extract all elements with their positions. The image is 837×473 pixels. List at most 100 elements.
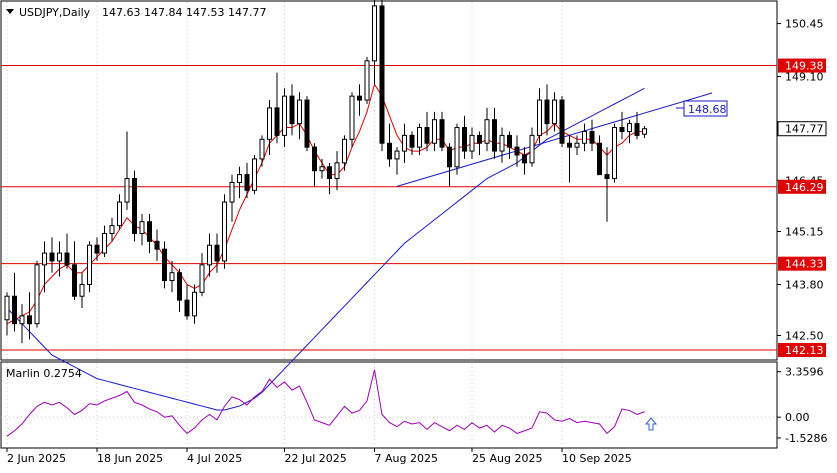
chart-window: 3.35960.00-1.5286 150.45149.10146.45145.… <box>0 0 837 470</box>
bear-candle-body <box>12 295 17 325</box>
bear-candle-body <box>379 5 385 144</box>
candle <box>612 123 617 183</box>
x-tick-label: 18 Jun 2025 <box>97 452 163 465</box>
bear-candle-body <box>312 146 317 172</box>
price-tick-label: 143.80 <box>785 278 824 291</box>
price-tick-label: 150.45 <box>785 18 824 31</box>
candle <box>349 92 355 148</box>
bull-candle-body <box>192 291 197 317</box>
bear-candle-body <box>327 166 332 180</box>
bear-candle-body <box>477 134 482 144</box>
bear-candle-body <box>424 127 430 144</box>
bull-candle-body <box>582 130 587 144</box>
bear-candle-body <box>304 99 310 148</box>
bull-candle-body <box>222 201 227 262</box>
chart-canvas: 3.35960.00-1.5286 150.45149.10146.45145.… <box>0 0 827 465</box>
osc-tick-label: 0.00 <box>785 411 810 424</box>
osc-tick-label: 3.3596 <box>785 366 824 379</box>
bear-candle-body <box>439 119 445 148</box>
current-price-label: 147.77 <box>785 123 824 136</box>
bull-candle-body <box>102 232 107 254</box>
candle <box>222 194 227 269</box>
bull-candle-body <box>199 264 205 293</box>
candle <box>454 123 460 175</box>
bull-candle-body <box>469 134 475 152</box>
bull-candle-body <box>529 134 535 164</box>
bull-candle-body <box>139 221 145 234</box>
bear-candle-body <box>559 99 565 144</box>
bear-candle-body <box>604 174 610 180</box>
bull-candle-body <box>34 264 40 325</box>
candle <box>34 260 40 328</box>
symbol-label: USDJPY,Daily <box>19 6 91 19</box>
bull-candle-body <box>117 201 122 227</box>
bull-candle-body <box>267 107 272 140</box>
bull-candle-body <box>19 315 25 325</box>
candle <box>132 170 137 242</box>
bear-candle-body <box>514 146 520 156</box>
x-tick-label: 4 Jul 2025 <box>187 452 242 465</box>
bear-candle-body <box>184 299 190 317</box>
x-tick-label: 25 Aug 2025 <box>472 452 542 465</box>
x-tick-label: 2 Jun 2025 <box>7 452 66 465</box>
bear-candle-body <box>132 178 137 234</box>
bull-candle-body <box>372 5 377 62</box>
bull-candle-body <box>169 272 175 282</box>
bull-candle-body <box>537 99 542 136</box>
x-tick-label: 22 Jul 2025 <box>285 452 347 465</box>
bear-candle-body <box>214 244 220 262</box>
bear-candle-body <box>274 107 280 136</box>
bear-candle-body <box>619 127 625 132</box>
bear-candle-body <box>94 244 100 254</box>
bull-candle-body <box>207 244 212 266</box>
bull-candle-body <box>57 252 62 262</box>
osc-tick-label: -1.5286 <box>785 432 827 445</box>
bull-candle-body <box>417 127 422 148</box>
bull-candle-body <box>432 119 437 144</box>
time-axis: 2 Jun 2025 18 Jun 2025 4 Jul 2025 22 Jul 20… <box>6 448 632 465</box>
level-price-label: 144.33 <box>785 258 824 271</box>
bear-candle-body <box>567 142 572 148</box>
bull-candle-body <box>454 127 460 168</box>
bear-candle-body <box>462 127 467 152</box>
bull-candle-body <box>87 244 92 285</box>
chart-header: USDJPY,Daily 147.63 147.84 147.53 147.77 <box>6 6 266 19</box>
bear-candle-body <box>27 315 32 325</box>
bear-candle-body <box>387 142 392 160</box>
price-tick-label: 145.15 <box>785 226 824 239</box>
bull-candle-body <box>574 142 580 148</box>
x-tick-label: 10 Sep 2025 <box>562 452 632 465</box>
bull-candle-body <box>229 181 235 203</box>
level-price-label: 142.13 <box>785 344 824 357</box>
bear-candle-body <box>597 142 602 176</box>
bear-candle-body <box>154 240 160 250</box>
bear-candle-body <box>507 134 512 148</box>
level-price-label: 149.38 <box>785 60 824 73</box>
indicator-label: Marlin 0.2754 <box>6 367 82 380</box>
bull-candle-body <box>4 295 10 321</box>
main-panel-frame <box>0 0 778 361</box>
bear-candle-body <box>289 95 295 125</box>
bear-candle-body <box>177 272 182 301</box>
bull-candle-body <box>552 99 557 125</box>
indicator-panel-frame <box>0 361 778 449</box>
bull-candle-body <box>499 134 505 152</box>
bull-candle-body <box>282 95 287 136</box>
candle <box>304 96 310 152</box>
bear-candle-body <box>147 221 152 242</box>
bull-candle-body <box>364 60 370 101</box>
candle <box>559 96 565 148</box>
bull-candle-body <box>319 166 325 172</box>
bear-candle-body <box>447 146 452 168</box>
candle <box>252 155 257 195</box>
bull-candle-body <box>627 123 632 132</box>
candle <box>364 56 370 104</box>
bear-candle-body <box>544 99 550 125</box>
bear-candle-body <box>357 95 362 101</box>
bear-candle-body <box>409 134 415 148</box>
bull-candle-body <box>342 138 347 164</box>
level-price-label: 146.29 <box>785 181 824 194</box>
bull-candle-body <box>402 134 407 152</box>
bear-candle-body <box>72 264 77 297</box>
bear-candle-body <box>244 174 250 191</box>
